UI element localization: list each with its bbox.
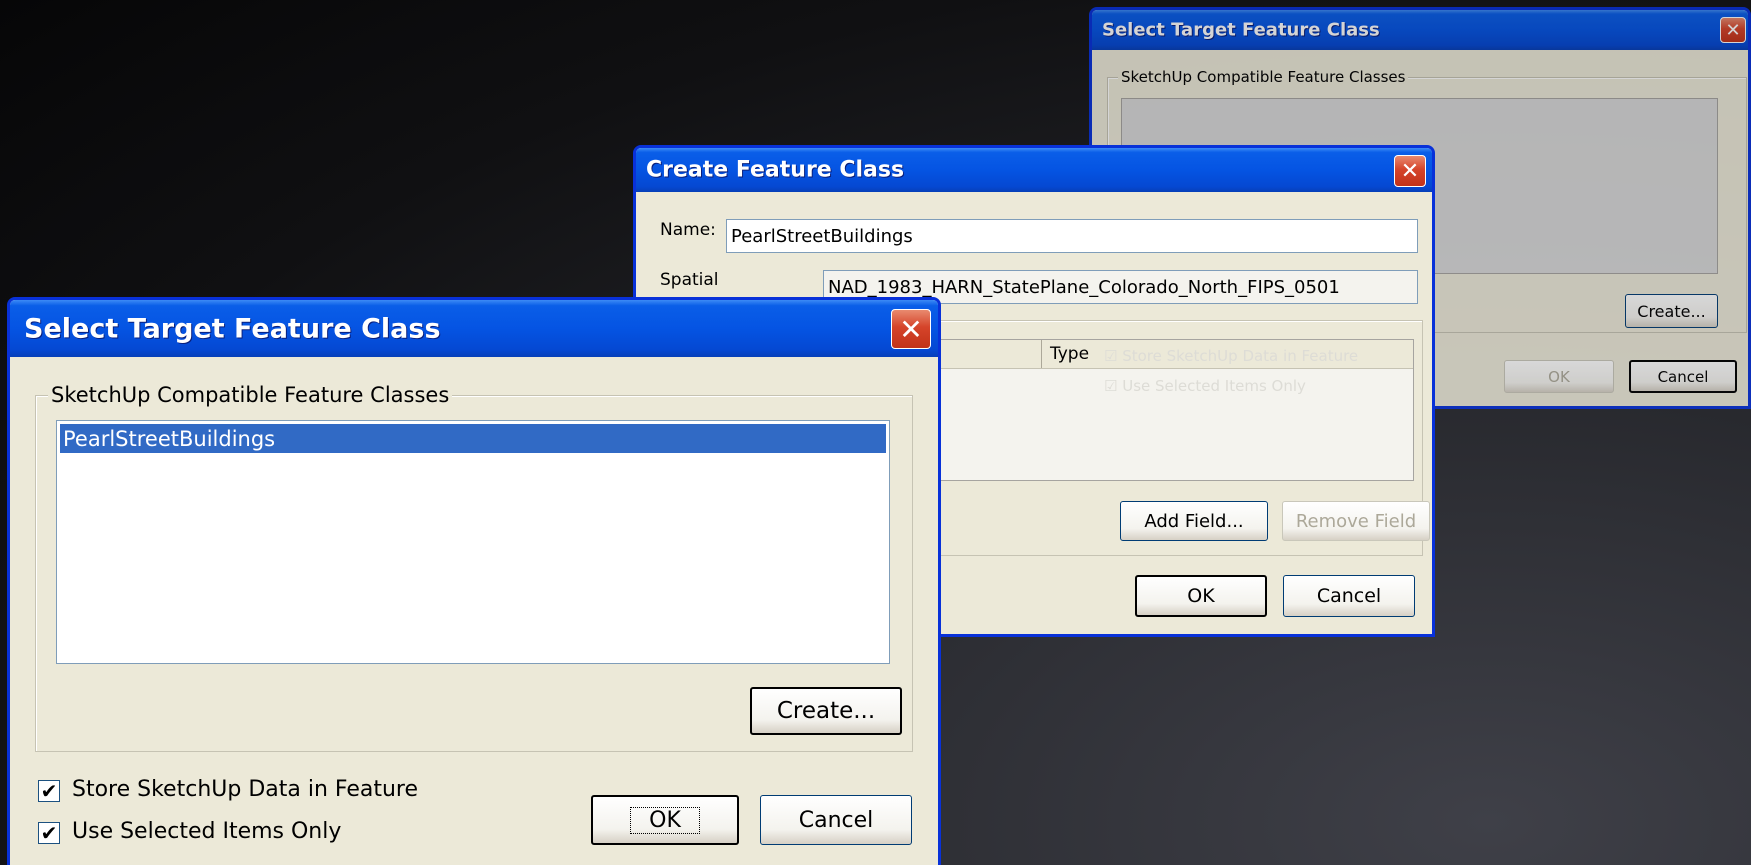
front-ok-button[interactable]: OK (591, 795, 739, 845)
back-create-button[interactable]: Create... (1625, 294, 1718, 328)
store-sketchup-data-label: Store SketchUp Data in Feature (72, 777, 419, 802)
back-group-label: SketchUp Compatible Feature Classes (1118, 68, 1409, 86)
use-selected-items-checkbox[interactable]: ✔ (38, 822, 60, 844)
close-icon[interactable]: ✕ (1394, 155, 1426, 187)
front-dialog-titlebar[interactable]: Select Target Feature Class ✕ (10, 300, 938, 357)
spatial-label: Spatial (660, 270, 719, 290)
close-icon[interactable]: ✕ (891, 309, 931, 349)
column-divider (1041, 340, 1042, 368)
create-cancel-button[interactable]: Cancel (1283, 575, 1415, 617)
name-input[interactable]: PearlStreetBuildings (726, 219, 1418, 253)
checkmark-icon: ✔ (40, 821, 58, 845)
create-button[interactable]: Create... (750, 687, 902, 735)
type-column-header[interactable]: Type (1050, 344, 1089, 364)
list-item[interactable]: PearlStreetBuildings (60, 424, 886, 453)
front-group-box: SketchUp Compatible Feature Classes Pear… (35, 383, 913, 752)
front-cancel-button[interactable]: Cancel (760, 795, 912, 845)
remove-field-button[interactable]: Remove Field (1282, 501, 1430, 541)
overlay-checkbox-use-selected: ☑ Use Selected Items Only (1104, 377, 1306, 395)
store-sketchup-data-checkbox[interactable]: ✔ (38, 780, 60, 802)
use-selected-items-label: Use Selected Items Only (72, 819, 342, 844)
create-dialog-titlebar[interactable]: Create Feature Class ✕ (636, 148, 1432, 192)
close-icon[interactable]: ✕ (1720, 17, 1746, 43)
checkmark-icon: ☑ (1104, 347, 1123, 365)
front-group-label: SketchUp Compatible Feature Classes (48, 383, 453, 407)
create-ok-button[interactable]: OK (1135, 575, 1267, 617)
checkmark-icon: ☑ (1104, 377, 1123, 395)
back-dialog-titlebar[interactable]: Select Target Feature Class ✕ (1092, 10, 1748, 50)
ok-focus-rect: OK (630, 806, 700, 834)
back-cancel-button[interactable]: Cancel (1629, 360, 1737, 393)
checkmark-icon: ✔ (40, 779, 58, 803)
front-dialog-title: Select Target Feature Class (24, 313, 441, 344)
front-select-dialog: Select Target Feature Class ✕ SketchUp C… (7, 297, 941, 865)
create-dialog-title: Create Feature Class (646, 157, 905, 183)
back-dialog-title: Select Target Feature Class (1102, 19, 1380, 41)
overlay-checkbox-store: ☑ Store SketchUp Data in Feature (1104, 347, 1359, 365)
feature-class-list[interactable]: PearlStreetBuildings (56, 420, 890, 664)
name-label: Name: (660, 220, 716, 240)
add-field-button[interactable]: Add Field... (1120, 501, 1268, 541)
back-ok-button[interactable]: OK (1504, 360, 1614, 393)
